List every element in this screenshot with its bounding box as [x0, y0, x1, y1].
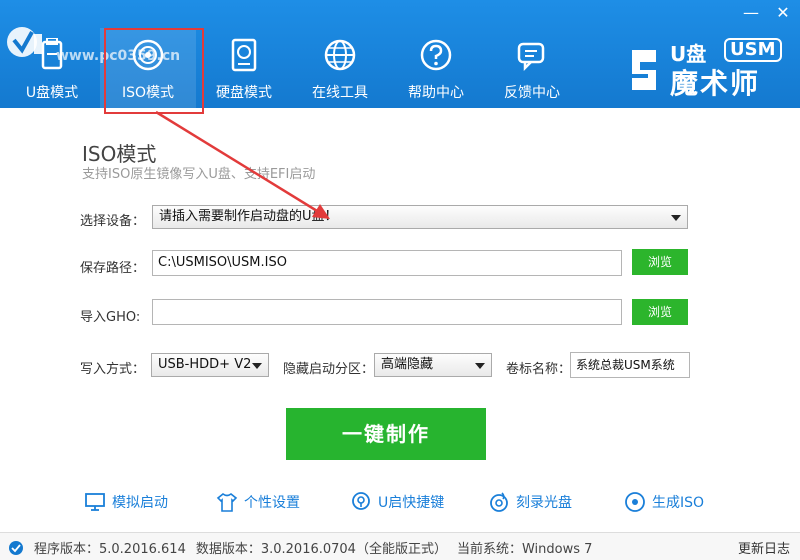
chat-icon	[517, 42, 545, 72]
write-mode-value: USB-HDD+ V2	[158, 357, 252, 372]
write-mode-label: 写入方式：	[80, 362, 146, 377]
tab-online-tools[interactable]: 在线工具	[292, 28, 388, 108]
tab-label: U盘模式	[25, 85, 79, 101]
monitor-icon	[85, 493, 105, 511]
tab-label: 硬盘模式	[216, 85, 272, 101]
program-version-text: 程序版本：5.0.2016.614	[34, 542, 186, 557]
one-click-make-button[interactable]: 一键制作	[286, 408, 486, 460]
globe-icon	[324, 39, 356, 71]
burn-disc-label: 刻录光盘	[516, 495, 572, 511]
tab-hard-disk-mode[interactable]: 硬盘模式	[196, 28, 292, 108]
brand-mark-icon	[632, 50, 656, 90]
save-path-label: 保存路径：	[80, 261, 146, 276]
app-small-logo-icon	[9, 540, 23, 555]
device-label: 选择设备：	[80, 214, 146, 229]
close-button[interactable]: ✕	[774, 4, 792, 22]
iso-disc-icon	[625, 492, 645, 512]
data-version-text: 数据版本：3.0.2016.0704（全能版正式）	[195, 542, 447, 557]
usb-drive-icon	[41, 38, 63, 70]
burn-disc-link[interactable]: 刻录光盘	[488, 490, 572, 514]
u-boot-hotkey-label: U启快捷键	[378, 495, 445, 511]
brand-usm-text: USM	[724, 38, 782, 62]
tab-iso-mode[interactable]: ISO模式	[100, 28, 204, 114]
status-bar: 程序版本：5.0.2016.614 数据版本：3.0.2016.0704（全能版…	[0, 532, 800, 560]
write-mode-select[interactable]: USB-HDD+ V2	[151, 353, 269, 377]
tab-usb-mode[interactable]: U盘模式	[4, 28, 100, 108]
brand-logo: U盘 USM 魔术师	[626, 38, 786, 102]
page-subtitle: 支持ISO原生镜像写入U盘、支持EFI启动	[82, 167, 316, 182]
chevron-down-icon	[252, 363, 262, 369]
chevron-down-icon	[475, 363, 485, 369]
gho-label: 导入GHO:	[80, 310, 141, 325]
key-search-icon	[352, 492, 370, 510]
tab-help-center[interactable]: 帮助中心	[388, 28, 484, 108]
changelog-link[interactable]: 更新日志	[738, 538, 790, 557]
chevron-down-icon	[671, 215, 681, 221]
personal-settings-label: 个性设置	[244, 495, 300, 511]
browse-save-path-button[interactable]: 浏览	[632, 249, 688, 275]
tab-label: 帮助中心	[408, 85, 464, 101]
brand-name-text: 魔术师	[670, 67, 761, 100]
tab-label: 反馈中心	[504, 85, 560, 101]
tab-label: ISO模式	[121, 85, 175, 101]
browse-gho-button[interactable]: 浏览	[632, 299, 688, 325]
simulate-boot-link[interactable]: 模拟启动	[84, 490, 168, 514]
help-icon	[420, 39, 452, 71]
hide-partition-label: 隐藏启动分区：	[283, 362, 375, 377]
gho-input[interactable]	[152, 299, 622, 325]
simulate-boot-label: 模拟启动	[112, 495, 168, 511]
hard-disk-icon	[231, 38, 257, 72]
volume-label-input[interactable]: 系统总裁USM系统	[570, 352, 690, 378]
tab-label: 在线工具	[312, 85, 368, 101]
volume-label-label: 卷标名称：	[506, 362, 572, 377]
personal-settings-link[interactable]: 个性设置	[216, 490, 300, 514]
disc-icon	[132, 39, 164, 71]
header-bar: www.pc0359.cn — ✕ U盘模式 ISO模式 硬盘模式 在线工具 帮…	[0, 0, 800, 114]
minimize-button[interactable]: —	[742, 4, 760, 22]
save-path-input[interactable]: C:\USMISO\USM.ISO	[152, 250, 622, 276]
device-select[interactable]: 请插入需要制作启动盘的U盘！	[152, 205, 688, 229]
u-boot-hotkey-link[interactable]: U启快捷键	[350, 490, 444, 514]
current-os-text: 当前系统：Windows 7	[456, 542, 593, 557]
shirt-icon	[216, 492, 238, 512]
generate-iso-link[interactable]: 生成ISO	[624, 490, 704, 514]
hide-partition-select[interactable]: 高端隐藏	[374, 353, 492, 377]
hide-partition-value: 高端隐藏	[381, 357, 434, 372]
device-select-value: 请插入需要制作启动盘的U盘！	[159, 209, 338, 224]
tab-feedback-center[interactable]: 反馈中心	[484, 28, 580, 108]
burn-disc-icon	[490, 492, 508, 512]
generate-iso-label: 生成ISO	[652, 495, 705, 511]
